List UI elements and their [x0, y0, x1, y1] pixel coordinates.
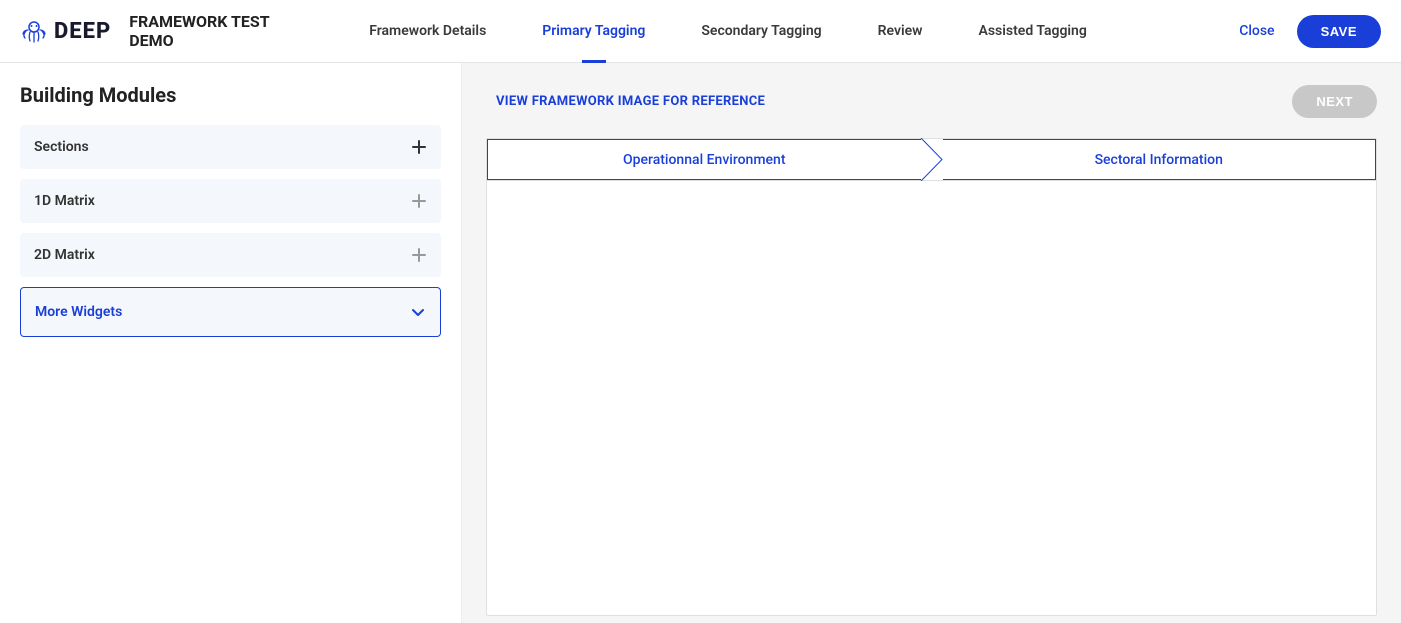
sidebar-title: Building Modules [20, 83, 441, 107]
header-tabs: Framework Details Primary Tagging Second… [369, 0, 1087, 62]
chevron-down-icon [410, 304, 426, 320]
logo: DEEP [20, 17, 111, 45]
module-2d-matrix[interactable]: 2D Matrix [20, 233, 441, 277]
project-title: FRAMEWORK TEST DEMO [129, 12, 309, 50]
module-label: 2D Matrix [34, 247, 95, 263]
header-actions: Close SAVE [1239, 15, 1381, 48]
module-sections[interactable]: Sections [20, 125, 441, 169]
main: Building Modules Sections 1D Matrix 2D M… [0, 63, 1401, 623]
close-link[interactable]: Close [1239, 23, 1274, 39]
stepper: Operationnal Environment Sectoral Inform… [487, 139, 1376, 181]
plus-icon [411, 247, 427, 263]
module-label: 1D Matrix [34, 193, 95, 209]
logo-text: DEEP [54, 19, 111, 44]
tab-framework-details[interactable]: Framework Details [369, 0, 486, 62]
view-framework-image-link[interactable]: VIEW FRAMEWORK IMAGE FOR REFERENCE [496, 94, 765, 109]
content: VIEW FRAMEWORK IMAGE FOR REFERENCE NEXT … [462, 63, 1401, 623]
module-label: Sections [34, 139, 89, 155]
plus-icon [411, 193, 427, 209]
module-label: More Widgets [35, 304, 122, 320]
next-button[interactable]: NEXT [1292, 85, 1377, 118]
header: DEEP FRAMEWORK TEST DEMO Framework Detai… [0, 0, 1401, 63]
app-logo-icon [20, 17, 48, 45]
stepper-arrow-icon [921, 139, 943, 180]
content-toolbar: VIEW FRAMEWORK IMAGE FOR REFERENCE NEXT [486, 85, 1377, 118]
save-button[interactable]: SAVE [1297, 15, 1381, 48]
tab-review[interactable]: Review [878, 0, 923, 62]
panel: Operationnal Environment Sectoral Inform… [486, 138, 1377, 616]
tab-assisted-tagging[interactable]: Assisted Tagging [979, 0, 1087, 62]
tab-secondary-tagging[interactable]: Secondary Tagging [701, 0, 821, 62]
sidebar: Building Modules Sections 1D Matrix 2D M… [0, 63, 462, 623]
tab-primary-tagging[interactable]: Primary Tagging [542, 0, 645, 62]
step-operational-environment[interactable]: Operationnal Environment [487, 139, 921, 180]
module-1d-matrix[interactable]: 1D Matrix [20, 179, 441, 223]
plus-icon [411, 139, 427, 155]
module-more-widgets[interactable]: More Widgets [20, 287, 441, 337]
step-sectoral-information[interactable]: Sectoral Information [943, 139, 1377, 180]
